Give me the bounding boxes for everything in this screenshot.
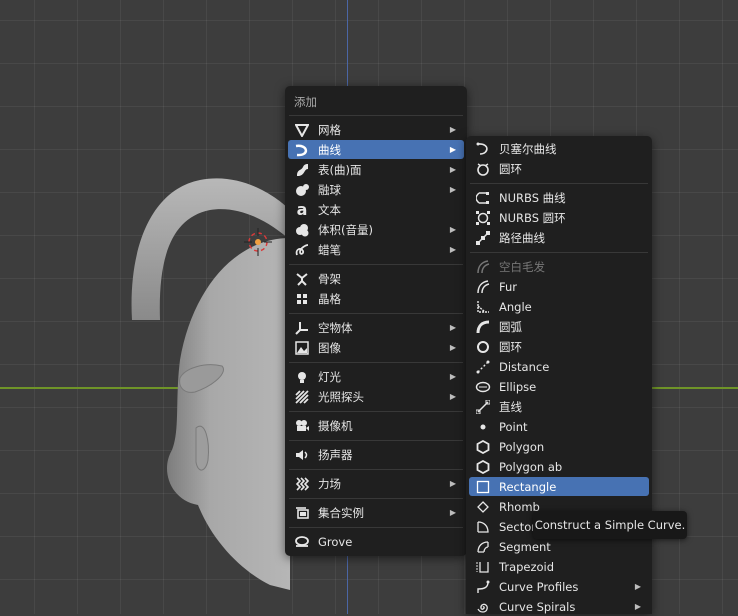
distance-icon bbox=[475, 359, 491, 375]
curve-item-line[interactable]: 直线 bbox=[469, 397, 649, 416]
path-curve-icon bbox=[475, 230, 491, 246]
grease-pencil-icon bbox=[294, 242, 310, 258]
metaball-icon bbox=[294, 182, 310, 198]
menu-item-armature[interactable]: 骨架 bbox=[288, 269, 464, 288]
fur-icon bbox=[475, 279, 491, 295]
nurbs-curve-icon bbox=[475, 190, 491, 206]
tooltip-text: Construct a Simple Curve. bbox=[534, 518, 686, 532]
text-icon: a bbox=[296, 200, 308, 219]
menu-item-text[interactable]: a 文本 bbox=[288, 200, 464, 219]
empty-hair-icon bbox=[475, 259, 491, 275]
empty-icon bbox=[294, 320, 310, 336]
curve-submenu: 贝塞尔曲线 圆环 NURBS 曲线 NURBS 圆环 路径曲线 空白毛发 Fur… bbox=[466, 136, 652, 614]
curve-item-polygon[interactable]: Polygon bbox=[469, 437, 649, 456]
ellipse-icon bbox=[475, 379, 491, 395]
light-icon bbox=[294, 369, 310, 385]
segment-icon bbox=[475, 539, 491, 555]
light-probe-icon bbox=[294, 389, 310, 405]
menu-item-light[interactable]: 灯光 ▶ bbox=[288, 367, 464, 386]
curve-item-empty-hair[interactable]: 空白毛发 bbox=[469, 257, 649, 276]
menu-item-lattice[interactable]: 晶格 bbox=[288, 289, 464, 308]
menu-item-grove[interactable]: Grove bbox=[288, 532, 464, 551]
curve-item-ellipse[interactable]: Ellipse bbox=[469, 377, 649, 396]
collection-instance-icon bbox=[294, 505, 310, 521]
menu-item-force-field[interactable]: 力场 ▶ bbox=[288, 474, 464, 493]
menu-item-speaker[interactable]: 扬声器 bbox=[288, 445, 464, 464]
menu-item-image[interactable]: 图像 ▶ bbox=[288, 338, 464, 357]
curve-item-path[interactable]: 路径曲线 bbox=[469, 228, 649, 247]
menu-item-mesh[interactable]: 网格 ▶ bbox=[288, 120, 464, 139]
nurbs-circle-icon bbox=[475, 210, 491, 226]
curve-item-curve-profiles[interactable]: Curve Profiles ▶ bbox=[469, 577, 649, 596]
trapezoid-icon bbox=[475, 559, 491, 575]
curve-item-point[interactable]: Point bbox=[469, 417, 649, 436]
curve-item-segment[interactable]: Segment bbox=[469, 537, 649, 556]
armature-icon bbox=[294, 271, 310, 287]
tooltip: Construct a Simple Curve. bbox=[533, 511, 687, 539]
curve-item-polygon-ab[interactable]: Polygon ab bbox=[469, 457, 649, 476]
curve-item-nurbs-circle[interactable]: NURBS 圆环 bbox=[469, 208, 649, 227]
line-icon bbox=[475, 399, 491, 415]
curve-item-circle[interactable]: 圆环 bbox=[469, 337, 649, 356]
menu-item-camera[interactable]: 摄像机 bbox=[288, 416, 464, 435]
curve-item-distance[interactable]: Distance bbox=[469, 357, 649, 376]
arc-icon bbox=[475, 319, 491, 335]
polygon-icon bbox=[475, 439, 491, 455]
menu-item-grease-pencil[interactable]: 蜡笔 ▶ bbox=[288, 240, 464, 259]
surface-icon bbox=[294, 162, 310, 178]
mesh-icon bbox=[294, 122, 310, 138]
curve-spirals-icon bbox=[475, 599, 491, 615]
bezier-curve-icon bbox=[475, 141, 491, 157]
add-menu-title: 添加 bbox=[294, 95, 317, 109]
curve-item-bezier[interactable]: 贝塞尔曲线 bbox=[469, 139, 649, 158]
curve-icon bbox=[294, 142, 310, 158]
polygon-ab-icon bbox=[475, 459, 491, 475]
point-icon bbox=[475, 419, 491, 435]
bezier-circle-icon bbox=[475, 161, 491, 177]
menu-item-curve[interactable]: 曲线 ▶ bbox=[288, 140, 464, 159]
curve-profiles-icon bbox=[475, 579, 491, 595]
curve-item-nurbs-curve[interactable]: NURBS 曲线 bbox=[469, 188, 649, 207]
menu-item-collection-instance[interactable]: 集合实例 ▶ bbox=[288, 503, 464, 522]
menu-item-volume[interactable]: 体积(音量) ▶ bbox=[288, 220, 464, 239]
curve-item-curve-spirals[interactable]: Curve Spirals ▶ bbox=[469, 597, 649, 616]
menu-item-empty[interactable]: 空物体 ▶ bbox=[288, 318, 464, 337]
lattice-icon bbox=[294, 291, 310, 307]
curve-item-arc[interactable]: 圆弧 bbox=[469, 317, 649, 336]
angle-icon bbox=[475, 299, 491, 315]
menu-item-metaball[interactable]: 融球 ▶ bbox=[288, 180, 464, 199]
curve-item-fur[interactable]: Fur bbox=[469, 277, 649, 296]
volume-icon bbox=[294, 222, 310, 238]
camera-icon bbox=[294, 418, 310, 434]
curve-item-trapezoid[interactable]: Trapezoid bbox=[469, 557, 649, 576]
curve-item-bezier-circle[interactable]: 圆环 bbox=[469, 159, 649, 178]
curve-item-rectangle[interactable]: Rectangle bbox=[469, 477, 649, 496]
rhomb-icon bbox=[475, 499, 491, 515]
curve-item-angle[interactable]: Angle bbox=[469, 297, 649, 316]
add-menu: 添加 网格 ▶ 曲线 ▶ 表(曲)面 ▶ 融球 ▶ a 文本 体积(音量) ▶ 蜡笔 ▶ 骨… bbox=[285, 86, 467, 556]
speaker-icon bbox=[294, 447, 310, 463]
grove-icon bbox=[294, 534, 310, 550]
sector-icon bbox=[475, 519, 491, 535]
menu-item-surface[interactable]: 表(曲)面 ▶ bbox=[288, 160, 464, 179]
rectangle-icon bbox=[475, 479, 491, 495]
menu-item-light-probe[interactable]: 光照探头 ▶ bbox=[288, 387, 464, 406]
circle-icon bbox=[475, 339, 491, 355]
image-icon bbox=[294, 340, 310, 356]
force-field-icon bbox=[294, 476, 310, 492]
body-shape bbox=[167, 238, 290, 590]
